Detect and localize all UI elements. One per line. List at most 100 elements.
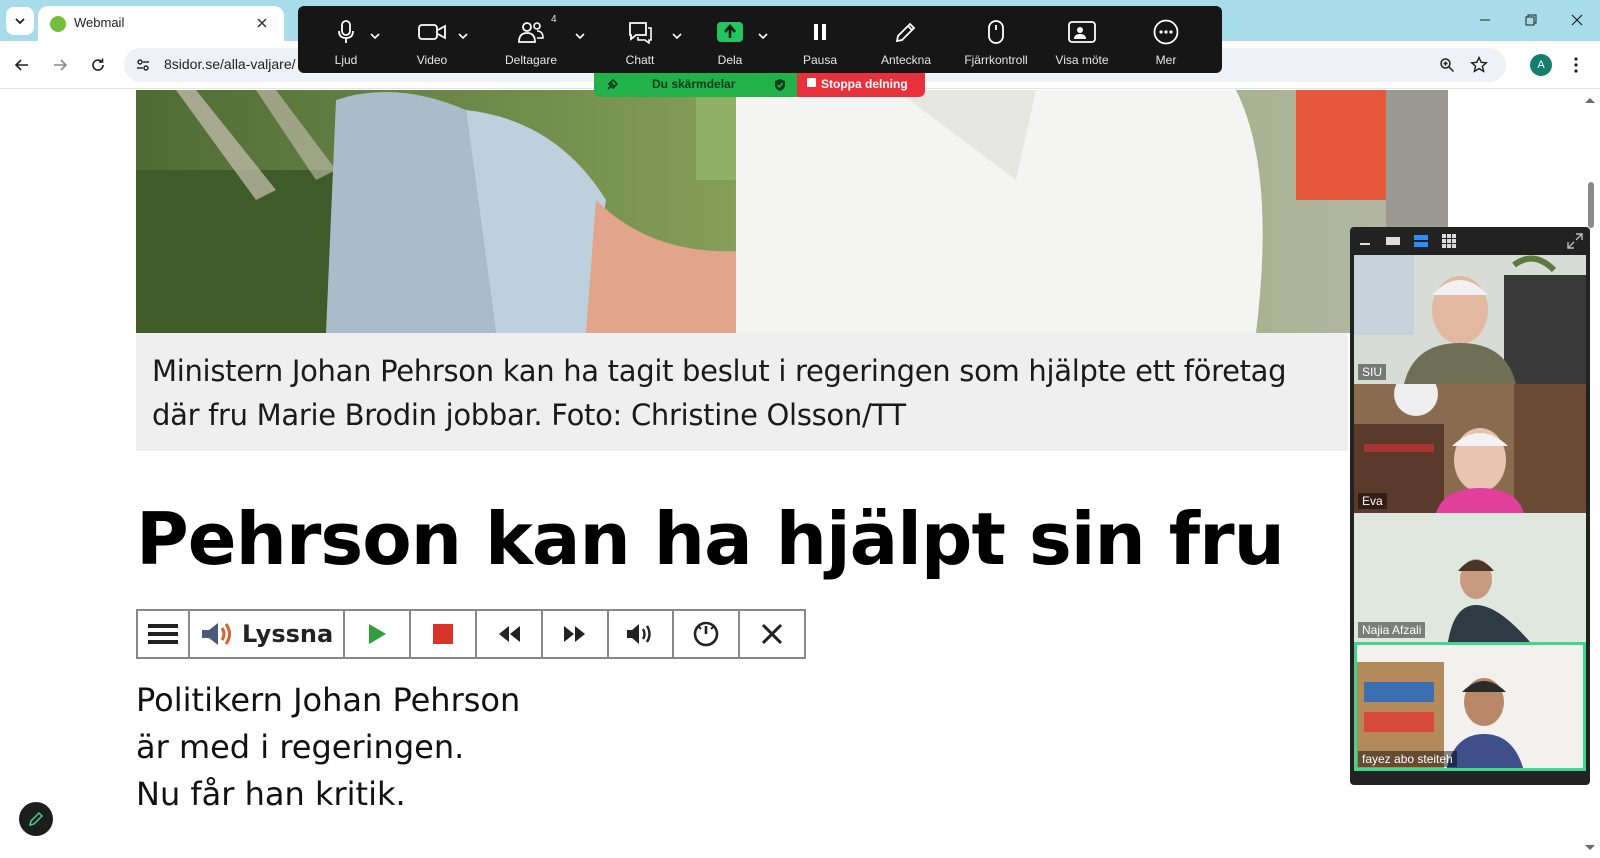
- pencil-icon: [895, 22, 916, 43]
- meeting-window-icon: [1068, 21, 1096, 43]
- chat-label: Chatt: [625, 53, 655, 67]
- tab-close-button[interactable]: [252, 13, 272, 33]
- webmail-favicon-icon: [50, 16, 66, 32]
- restore-button[interactable]: [1508, 0, 1554, 40]
- fast-forward-icon: [563, 626, 585, 642]
- arrow-right-icon: [54, 59, 68, 71]
- speed-button[interactable]: [674, 611, 741, 657]
- volume-button[interactable]: [609, 611, 675, 657]
- participants-count: 4: [551, 14, 557, 25]
- listen-player: Lyssna: [136, 609, 806, 659]
- more-button[interactable]: Mer: [1136, 6, 1196, 73]
- share-screen-icon: [717, 22, 743, 42]
- minimize-icon: [1480, 19, 1490, 21]
- more-vertical-icon: [1574, 57, 1578, 73]
- bookmark-star-icon[interactable]: [1470, 56, 1488, 74]
- fast-forward-button[interactable]: [543, 611, 609, 657]
- edit-floating-button[interactable]: [19, 802, 53, 836]
- video-button[interactable]: Video: [402, 6, 462, 73]
- audio-button[interactable]: Ljud: [318, 6, 374, 73]
- participants-label: Deltagare: [504, 53, 558, 67]
- expand-icon[interactable]: [1566, 233, 1584, 249]
- strip-view-icon[interactable]: [1412, 233, 1430, 249]
- pause-share-button[interactable]: Pausa: [790, 6, 850, 73]
- scroll-down-icon[interactable]: [1584, 844, 1596, 852]
- body-line: Politikern Johan Pehrson: [136, 681, 521, 719]
- gallery-view-icon[interactable]: [1440, 233, 1458, 249]
- zoom-page-icon[interactable]: [1438, 56, 1456, 74]
- panel-header: [1350, 227, 1590, 255]
- stop-button[interactable]: [411, 611, 477, 657]
- scroll-up-icon[interactable]: [1584, 96, 1596, 104]
- participant-video: [1354, 384, 1586, 513]
- participant-tile-active-speaker[interactable]: fayez abo steiteh: [1354, 642, 1586, 771]
- participants-options-chevron-icon[interactable]: [575, 32, 585, 40]
- chevron-down-icon: [15, 18, 25, 25]
- reload-icon: [92, 58, 104, 71]
- close-player-button[interactable]: [740, 611, 804, 657]
- pencil-icon: [28, 811, 44, 827]
- participant-tile[interactable]: Najia Afzali: [1354, 513, 1586, 642]
- pin-icon[interactable]: [606, 79, 618, 91]
- minimize-button[interactable]: [1462, 0, 1508, 40]
- listen-button[interactable]: Lyssna: [190, 611, 346, 657]
- participant-video: [1354, 255, 1586, 384]
- reload-button[interactable]: [84, 51, 112, 79]
- listen-label: Lyssna: [242, 620, 334, 648]
- tab-title: Webmail: [74, 15, 125, 30]
- pause-label: Pausa: [802, 53, 838, 67]
- article-hero-photo: [136, 90, 1448, 333]
- speaker-view-icon[interactable]: [1384, 233, 1402, 249]
- chat-icon: [629, 22, 652, 44]
- share-screen-button[interactable]: Dela: [702, 6, 758, 73]
- microphone-icon: [338, 20, 354, 43]
- profile-avatar[interactable]: A: [1530, 54, 1552, 76]
- share-options-chevron-icon[interactable]: [758, 32, 768, 40]
- annotate-label: Anteckna: [880, 53, 932, 67]
- sharing-status-banner: Du skärmdelar: [594, 73, 797, 97]
- browser-menu-button[interactable]: [1566, 54, 1586, 76]
- tab-search-button[interactable]: [6, 7, 34, 35]
- hamburger-menu-icon: [147, 624, 178, 644]
- stop-sharing-label: Stoppa delning: [821, 77, 908, 91]
- stop-square-icon: [807, 78, 816, 87]
- participant-tile[interactable]: Eva: [1354, 384, 1586, 513]
- play-button[interactable]: [345, 611, 412, 657]
- participant-name: SIU: [1358, 364, 1387, 380]
- arrow-left-icon: [14, 59, 28, 71]
- close-icon: [761, 623, 783, 645]
- share-label: Dela: [717, 53, 743, 67]
- browser-tab[interactable]: Webmail: [38, 6, 284, 41]
- show-meeting-button[interactable]: Visa möte: [1050, 6, 1114, 73]
- window-close-button[interactable]: [1554, 0, 1600, 40]
- video-options-chevron-icon[interactable]: [458, 32, 468, 40]
- site-settings-icon[interactable]: [134, 56, 152, 74]
- minimize-panel-icon[interactable]: [1356, 233, 1374, 249]
- window-controls: [1462, 0, 1600, 40]
- participant-video-panel: SIU Eva Najia Afzali fayez abo steiteh: [1350, 227, 1590, 785]
- remote-control-button[interactable]: Fjärrkontroll: [954, 6, 1038, 73]
- chat-options-chevron-icon[interactable]: [672, 32, 682, 40]
- rewind-icon: [498, 626, 520, 642]
- participants-icon: [518, 22, 544, 43]
- player-menu-button[interactable]: [138, 611, 190, 657]
- shield-check-icon: [775, 79, 785, 91]
- participant-tile[interactable]: SIU: [1354, 255, 1586, 384]
- body-line: är med i regeringen.: [136, 728, 465, 766]
- forward-button[interactable]: [46, 51, 74, 79]
- play-icon: [369, 624, 387, 644]
- restore-icon: [1525, 14, 1537, 26]
- scrollbar-thumb[interactable]: [1588, 182, 1594, 228]
- more-label: Mer: [1155, 53, 1177, 67]
- rewind-button[interactable]: [477, 611, 543, 657]
- speedometer-icon: [693, 621, 719, 647]
- annotate-button[interactable]: Anteckna: [874, 6, 938, 73]
- audio-options-chevron-icon[interactable]: [370, 32, 380, 40]
- chat-button[interactable]: Chatt: [612, 6, 668, 73]
- article-body: Politikern Johan Pehrson är med i regeri…: [136, 677, 520, 818]
- volume-icon: [627, 624, 652, 644]
- back-button[interactable]: [8, 51, 36, 79]
- speaker-icon: [202, 623, 232, 645]
- stop-sharing-button[interactable]: Stoppa delning: [797, 73, 925, 97]
- zoom-meeting-toolbar: Ljud Video Deltagare 4 Chatt Dela Pausa …: [298, 6, 1222, 73]
